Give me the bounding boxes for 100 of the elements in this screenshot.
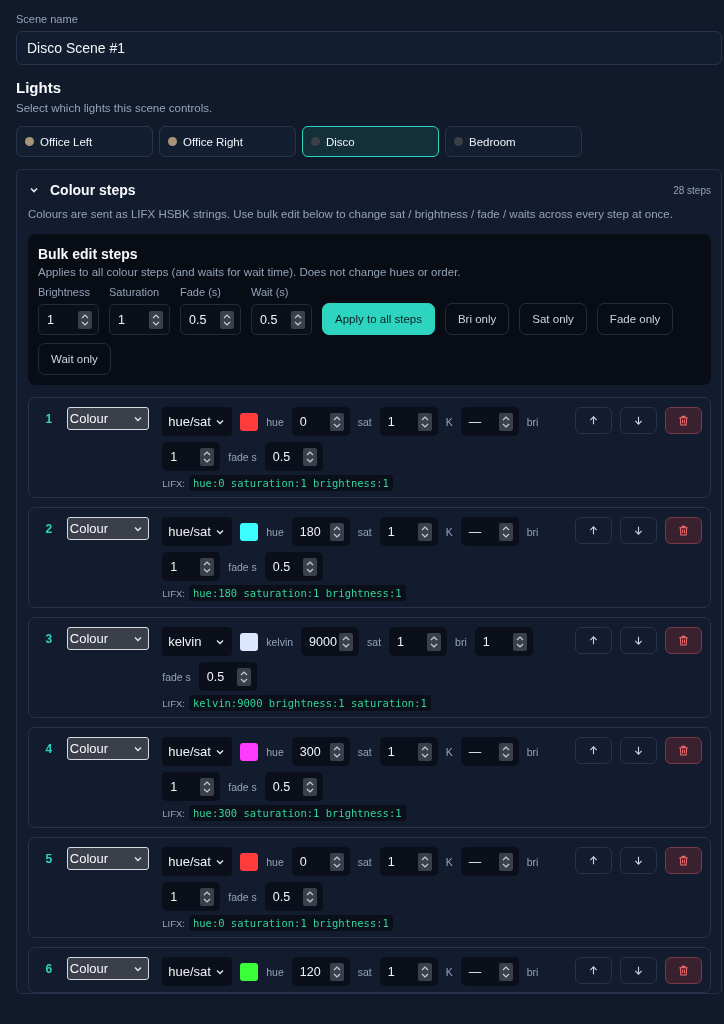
number-input[interactable]: 1 bbox=[389, 627, 448, 656]
number-input[interactable]: 1 bbox=[379, 517, 438, 546]
spinner-icon[interactable] bbox=[302, 887, 317, 906]
spinner-icon[interactable] bbox=[220, 310, 234, 329]
spinner-icon[interactable] bbox=[329, 962, 344, 981]
spinner-icon[interactable] bbox=[329, 522, 344, 541]
spinner-icon[interactable] bbox=[200, 777, 215, 796]
number-input[interactable]: 1 bbox=[162, 442, 221, 471]
number-input[interactable]: 120 bbox=[291, 957, 350, 986]
number-input[interactable]: — bbox=[460, 407, 519, 436]
spinner-icon[interactable] bbox=[200, 447, 215, 466]
step-number: 2 bbox=[44, 521, 54, 538]
number-input[interactable]: 1 bbox=[162, 552, 221, 581]
type-select[interactable]: Colour bbox=[66, 517, 150, 540]
spinner-icon[interactable] bbox=[498, 962, 513, 981]
mode-select[interactable]: hue/sat bbox=[162, 847, 233, 876]
delete-button[interactable] bbox=[665, 517, 702, 544]
number-input[interactable]: 0.5 bbox=[198, 662, 257, 691]
mode-select[interactable]: hue/sat bbox=[162, 517, 233, 546]
number-input[interactable]: 1 bbox=[379, 407, 438, 436]
spinner-icon[interactable] bbox=[498, 522, 513, 541]
spinner-icon[interactable] bbox=[329, 412, 344, 431]
number-input[interactable]: 1 bbox=[379, 957, 438, 986]
number-input[interactable]: 0 bbox=[291, 847, 350, 876]
spinner-icon[interactable] bbox=[498, 742, 513, 761]
type-select[interactable]: Colour bbox=[66, 627, 150, 650]
number-input[interactable]: — bbox=[460, 847, 519, 876]
type-select[interactable]: Colour bbox=[66, 847, 150, 870]
mode-select[interactable]: hue/sat bbox=[162, 737, 233, 766]
bulk-button[interactable]: Fade only bbox=[596, 303, 674, 335]
number-input[interactable]: 1 bbox=[379, 847, 438, 876]
bulk-button[interactable]: Bri only bbox=[444, 303, 510, 335]
spinner-icon[interactable] bbox=[427, 632, 442, 651]
spinner-icon[interactable] bbox=[291, 310, 305, 329]
number-input[interactable]: 1 bbox=[38, 304, 99, 335]
delete-button[interactable] bbox=[665, 957, 702, 984]
light-toggle[interactable]: Office Left bbox=[16, 126, 153, 157]
spinner-icon[interactable] bbox=[498, 412, 513, 431]
number-input[interactable]: 1 bbox=[109, 304, 170, 335]
type-select[interactable]: Colour bbox=[66, 957, 150, 980]
spinner-icon[interactable] bbox=[417, 962, 432, 981]
field-label: sat bbox=[357, 965, 372, 978]
mode-select[interactable]: hue/sat bbox=[162, 407, 233, 436]
light-toggle[interactable]: Office Right bbox=[159, 126, 296, 157]
spinner-icon[interactable] bbox=[302, 777, 317, 796]
number-input[interactable]: 300 bbox=[291, 737, 350, 766]
number-input[interactable]: 0.5 bbox=[264, 882, 323, 911]
number-input[interactable]: 9000 bbox=[301, 627, 360, 656]
bulk-button[interactable]: Wait only bbox=[38, 343, 111, 375]
mode-select[interactable]: kelvin bbox=[162, 627, 233, 656]
number-input[interactable]: 0 bbox=[291, 407, 350, 436]
spinner-icon[interactable] bbox=[78, 310, 92, 329]
scene-name-input[interactable]: Disco Scene #1 bbox=[16, 31, 722, 65]
light-toggle[interactable]: Disco bbox=[302, 126, 439, 157]
lifx-string: hue:0 saturation:1 brightness:1 bbox=[188, 475, 393, 491]
type-select[interactable]: Colour bbox=[66, 737, 150, 760]
number-input[interactable]: 1 bbox=[379, 737, 438, 766]
number-input[interactable]: — bbox=[460, 517, 519, 546]
trash-icon bbox=[678, 855, 689, 866]
spinner-icon[interactable] bbox=[302, 557, 317, 576]
panel-description: Colours are sent as LIFX HSBK strings. Use bulk edit below to change sat / brightness / fade / waits across every step at once. bbox=[28, 208, 674, 220]
spinner-icon[interactable] bbox=[417, 412, 432, 431]
type-select[interactable]: Colour bbox=[66, 407, 150, 430]
field-label: sat bbox=[357, 745, 372, 758]
delete-button[interactable] bbox=[665, 737, 702, 764]
number-input[interactable]: 0.5 bbox=[264, 772, 323, 801]
light-toggle[interactable]: Bedroom bbox=[445, 126, 582, 157]
number-input[interactable]: 0.5 bbox=[264, 442, 323, 471]
number-input[interactable]: 1 bbox=[162, 772, 221, 801]
number-input[interactable]: 0.5 bbox=[251, 304, 312, 335]
spinner-icon[interactable] bbox=[417, 522, 432, 541]
delete-button[interactable] bbox=[665, 847, 702, 874]
spinner-icon[interactable] bbox=[417, 742, 432, 761]
spinner-icon[interactable] bbox=[200, 557, 215, 576]
spinner-icon[interactable] bbox=[339, 632, 354, 651]
mode-select[interactable]: hue/sat bbox=[162, 957, 233, 986]
delete-button[interactable] bbox=[665, 407, 702, 434]
spinner-icon[interactable] bbox=[236, 667, 251, 686]
spinner-icon[interactable] bbox=[329, 742, 344, 761]
number-input[interactable]: 0.5 bbox=[264, 552, 323, 581]
spinner-icon[interactable] bbox=[498, 852, 513, 871]
bulk-button[interactable]: Sat only bbox=[519, 303, 587, 335]
field-label: bri bbox=[526, 415, 539, 428]
number-input[interactable]: — bbox=[460, 737, 519, 766]
spinner-icon[interactable] bbox=[329, 852, 344, 871]
delete-button[interactable] bbox=[665, 627, 702, 654]
field-label: bri bbox=[455, 635, 467, 648]
number-input[interactable]: — bbox=[460, 957, 519, 986]
spinner-icon[interactable] bbox=[417, 852, 432, 871]
number-input[interactable]: 1 bbox=[474, 627, 533, 656]
bulk-button[interactable]: Apply to all steps bbox=[322, 303, 435, 335]
field-label: fade s bbox=[228, 780, 257, 793]
spinner-icon[interactable] bbox=[512, 632, 527, 651]
number-input[interactable]: 1 bbox=[162, 882, 221, 911]
field-label: K bbox=[445, 415, 453, 428]
number-input[interactable]: 180 bbox=[291, 517, 350, 546]
spinner-icon[interactable] bbox=[302, 447, 317, 466]
spinner-icon[interactable] bbox=[200, 887, 215, 906]
spinner-icon[interactable] bbox=[149, 310, 163, 329]
number-input[interactable]: 0.5 bbox=[180, 304, 241, 335]
